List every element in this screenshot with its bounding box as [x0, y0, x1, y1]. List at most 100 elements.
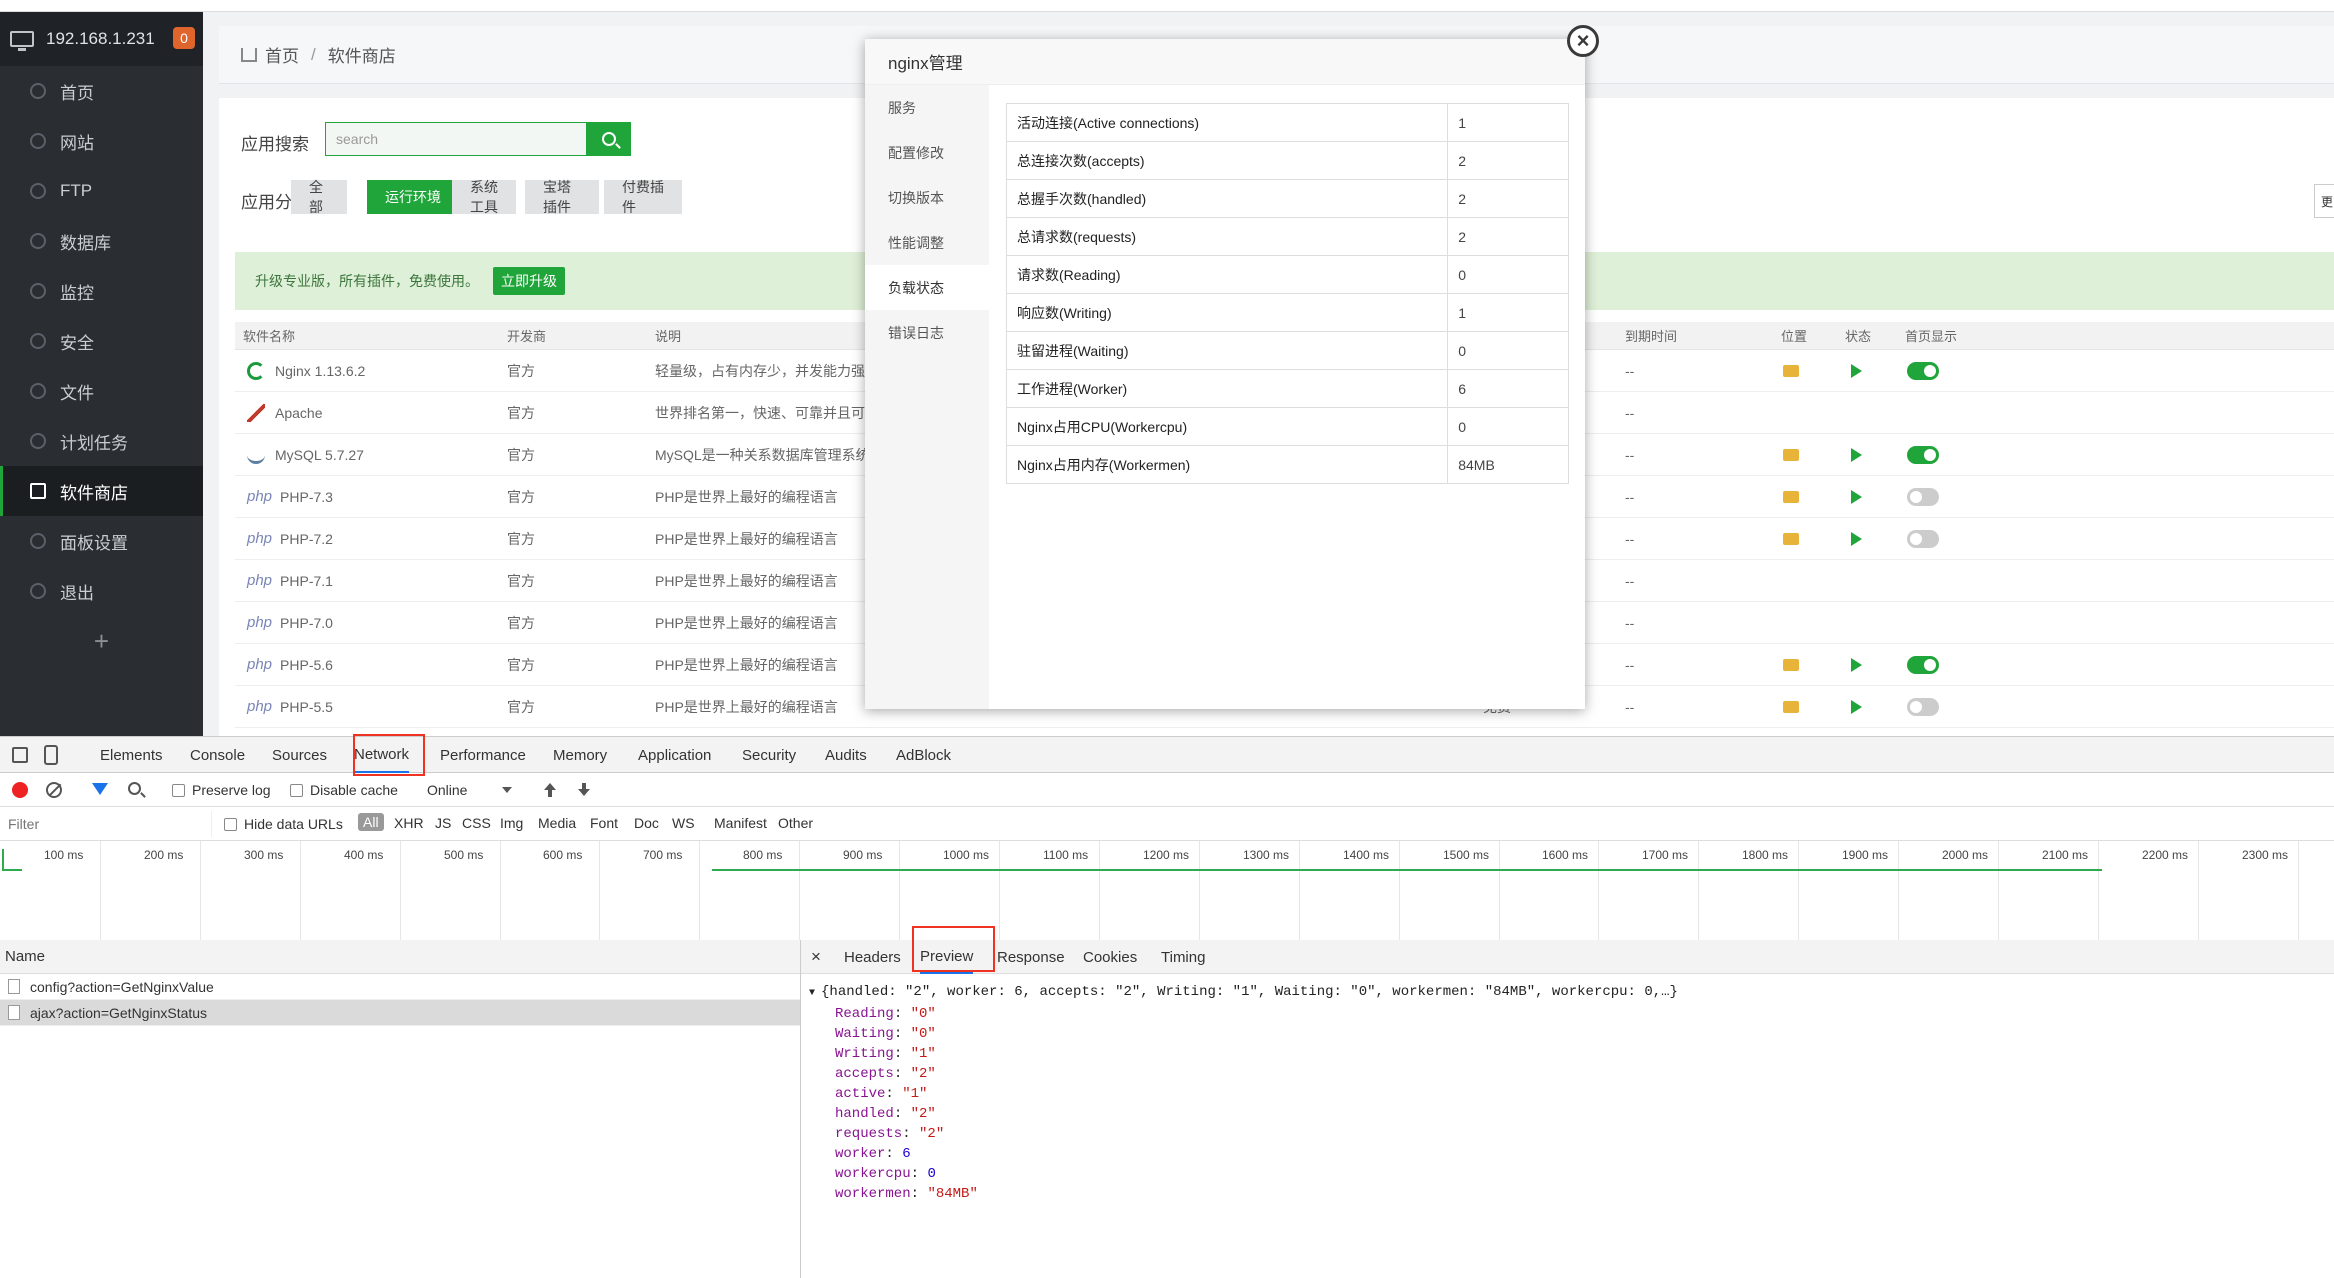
play-icon[interactable] — [1851, 531, 1862, 546]
category-button[interactable]: 宝塔插件 — [525, 179, 599, 215]
folder-icon[interactable] — [1783, 658, 1799, 671]
type-filter[interactable]: Img — [500, 815, 523, 831]
type-filter[interactable]: JS — [435, 815, 451, 831]
software-name[interactable]: PHP-7.2 — [280, 531, 333, 547]
folder-icon[interactable] — [1783, 364, 1799, 377]
software-name[interactable]: PHP-7.1 — [280, 573, 333, 589]
network-timeline[interactable]: 100 ms 200 ms 300 ms 400 ms 500 ms 600 ms 700 … — [0, 841, 2334, 943]
category-button[interactable]: 全部 — [291, 179, 347, 215]
detail-tab[interactable]: Cookies — [1083, 940, 1137, 974]
software-name[interactable]: PHP-7.0 — [280, 615, 333, 631]
preserve-log-checkbox[interactable]: Preserve log — [172, 782, 271, 798]
software-name[interactable]: PHP-5.5 — [280, 699, 333, 715]
software-name[interactable]: PHP-7.3 — [280, 489, 333, 505]
devtools-tab[interactable]: Elements — [100, 737, 163, 773]
devtools-tab[interactable]: Performance — [440, 737, 526, 773]
modal-nav-item[interactable]: 配置修改 — [865, 130, 989, 175]
play-icon[interactable] — [1851, 447, 1862, 462]
home-show-toggle[interactable] — [1907, 697, 1939, 716]
modal-nav-item[interactable]: 切换版本 — [865, 175, 989, 220]
search-input[interactable]: search — [325, 122, 587, 156]
play-icon[interactable] — [1851, 363, 1862, 378]
record-icon[interactable] — [12, 782, 28, 798]
preview-summary[interactable]: ▼ {handled: "2", worker: 6, accepts: "2"… — [809, 982, 1678, 1004]
play-icon[interactable] — [1851, 699, 1862, 714]
breadcrumb-home[interactable]: 首页 — [265, 42, 299, 67]
category-button[interactable]: 系统工具 — [452, 179, 516, 215]
sidebar-item[interactable]: 面板设置 — [0, 516, 203, 566]
filter-input[interactable] — [0, 811, 212, 837]
detail-tab[interactable]: Preview — [920, 940, 974, 974]
upgrade-button[interactable]: 立即升级 — [493, 267, 565, 295]
modal-nav-item[interactable]: 负载状态 — [865, 265, 989, 310]
sidebar-item[interactable]: 文件 — [0, 366, 203, 416]
devtools-tab[interactable]: Console — [190, 737, 245, 773]
export-har-icon[interactable] — [578, 783, 590, 797]
clear-icon[interactable] — [46, 782, 62, 798]
close-icon[interactable]: × — [1567, 25, 1599, 57]
type-filter[interactable]: CSS — [462, 815, 491, 831]
devtools-tab[interactable]: Network — [354, 737, 410, 773]
sidebar-item[interactable]: 数据库 — [0, 216, 203, 266]
type-filter[interactable]: Doc — [634, 815, 659, 831]
folder-icon[interactable] — [1783, 532, 1799, 545]
home-show-toggle[interactable] — [1907, 529, 1939, 548]
devtools-tab[interactable]: Security — [742, 737, 796, 773]
modal-nav-item[interactable]: 性能调整 — [865, 220, 989, 265]
play-icon[interactable] — [1851, 489, 1862, 504]
type-filter[interactable]: XHR — [394, 815, 424, 831]
close-icon[interactable]: × — [811, 940, 821, 974]
import-har-icon[interactable] — [544, 783, 556, 797]
folder-icon[interactable] — [1783, 448, 1799, 461]
type-filter[interactable]: Manifest — [714, 815, 767, 831]
type-filter[interactable]: Other — [778, 815, 813, 831]
modal-nav-item[interactable]: 服务 — [865, 85, 989, 130]
sidebar-item[interactable]: 安全 — [0, 316, 203, 366]
home-show-toggle[interactable] — [1907, 487, 1939, 506]
devtools-tab[interactable]: Memory — [553, 737, 607, 773]
software-name[interactable]: Apache — [275, 405, 322, 421]
hide-data-urls-checkbox[interactable]: Hide data URLs — [224, 816, 343, 832]
detail-tab[interactable]: Response — [997, 940, 1065, 974]
sidebar-item[interactable]: 退出 — [0, 566, 203, 616]
detail-tab[interactable]: Timing — [1161, 940, 1205, 974]
category-button[interactable]: 运行环境 — [367, 180, 465, 214]
type-filter[interactable]: WS — [672, 815, 695, 831]
notification-badge[interactable]: 0 — [173, 27, 195, 49]
filter-icon[interactable] — [92, 783, 108, 795]
request-row[interactable]: ajax?action=GetNginxStatus — [0, 1000, 800, 1026]
inspect-element-icon[interactable] — [12, 747, 28, 763]
software-name[interactable]: PHP-5.6 — [280, 657, 333, 673]
sidebar-item[interactable]: 首页 — [0, 66, 203, 116]
software-name[interactable]: MySQL 5.7.27 — [275, 447, 364, 463]
add-menu-button[interactable]: + — [0, 616, 203, 666]
devtools-tab[interactable]: AdBlock — [896, 737, 951, 773]
type-filter[interactable]: All — [358, 813, 384, 831]
sidebar-item[interactable]: 监控 — [0, 266, 203, 316]
chevron-down-icon[interactable] — [502, 787, 512, 793]
home-show-toggle[interactable] — [1907, 655, 1939, 674]
more-button[interactable]: 更 — [2314, 184, 2334, 218]
software-name[interactable]: Nginx 1.13.6.2 — [275, 363, 365, 379]
devtools-tab[interactable]: Sources — [272, 737, 327, 773]
sidebar-item[interactable]: 软件商店 — [0, 466, 203, 516]
search-button[interactable] — [587, 122, 631, 156]
expand-arrow-icon[interactable]: ▼ — [809, 988, 821, 999]
devtools-tab[interactable]: Application — [638, 737, 711, 773]
device-toolbar-icon[interactable] — [44, 745, 58, 765]
name-column-header[interactable]: Name — [0, 940, 800, 974]
type-filter[interactable]: Media — [538, 815, 576, 831]
disable-cache-checkbox[interactable]: Disable cache — [290, 782, 398, 798]
sidebar-item[interactable]: FTP — [0, 166, 203, 216]
category-button[interactable]: 付费插件 — [604, 179, 682, 215]
play-icon[interactable] — [1851, 657, 1862, 672]
request-row[interactable]: config?action=GetNginxValue — [0, 974, 800, 1000]
devtools-tab[interactable]: Audits — [825, 737, 867, 773]
sidebar-item[interactable]: 网站 — [0, 116, 203, 166]
home-show-toggle[interactable] — [1907, 445, 1939, 464]
type-filter[interactable]: Font — [590, 815, 618, 831]
search-icon[interactable] — [128, 782, 141, 795]
modal-nav-item[interactable]: 错误日志 — [865, 310, 989, 355]
throttle-select[interactable]: Online — [427, 782, 467, 798]
sidebar-item[interactable]: 计划任务 — [0, 416, 203, 466]
